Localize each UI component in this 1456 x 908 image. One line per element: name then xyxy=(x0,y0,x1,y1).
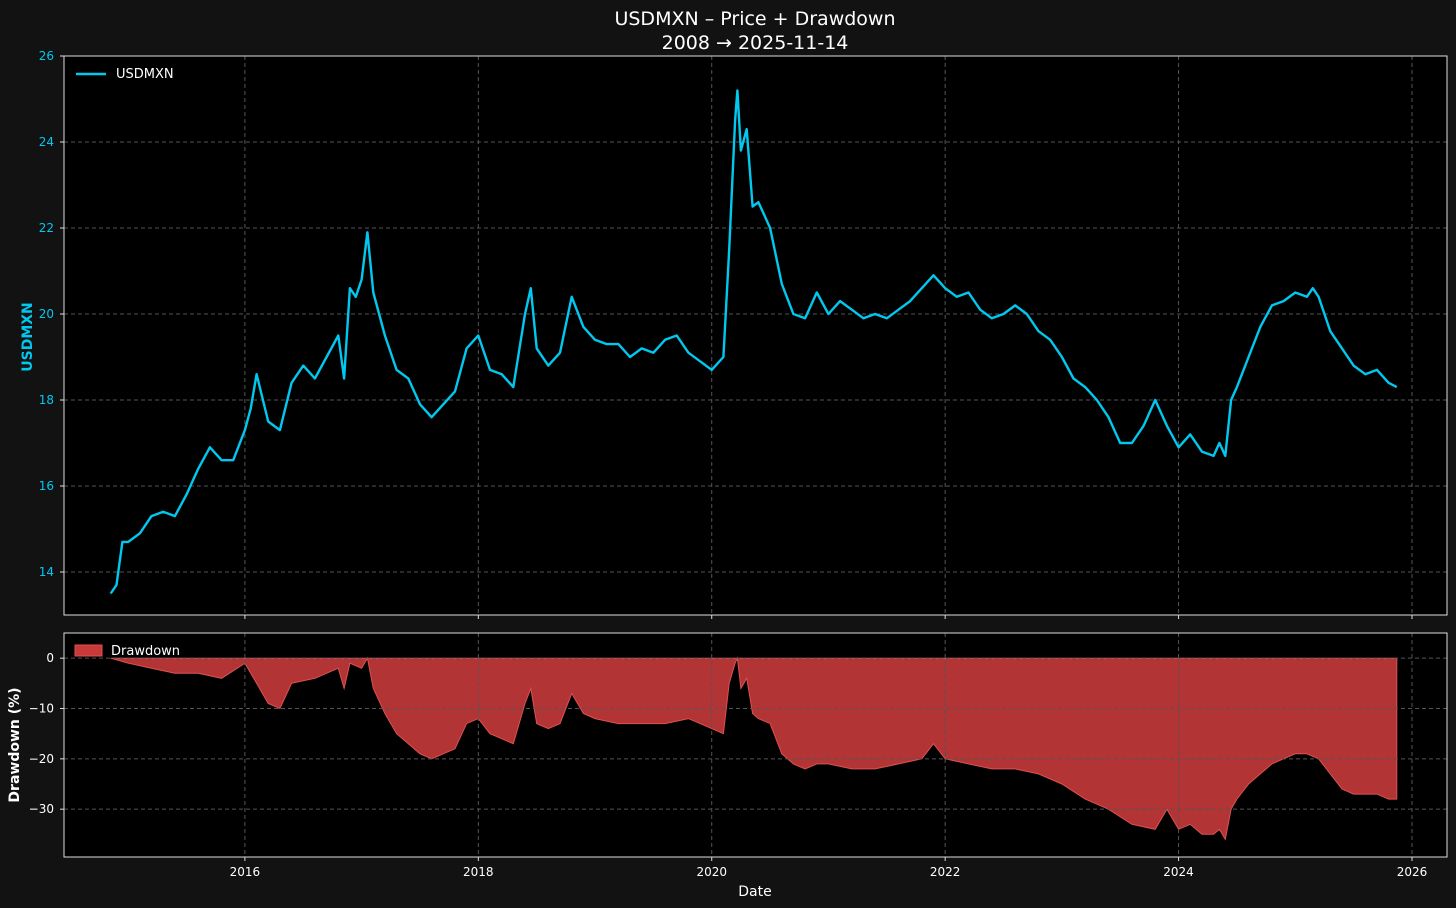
price-y-tick-label: 16 xyxy=(39,479,54,493)
price-legend-label: USDMXN xyxy=(116,67,174,82)
chart-svg: USDMXN – Price + Drawdown 2008 → 2025-11… xyxy=(7,8,1448,900)
x-axis-label: Date xyxy=(738,884,771,900)
price-y-ticks: 14 16 18 20 22 24 26 xyxy=(39,49,64,579)
x-tick-label: 2026 xyxy=(1397,865,1428,879)
drawdown-y-tick-label: −10 xyxy=(29,702,54,716)
chart-subtitle: 2008 → 2025-11-14 xyxy=(662,32,849,54)
drawdown-panel: 0 −10 −20 −30 2016 2018 2020 2022 2024 2026 Draw… xyxy=(7,632,1448,900)
price-y-tick-label: 24 xyxy=(39,135,54,149)
drawdown-y-axis-label: Drawdown (%) xyxy=(7,687,23,802)
drawdown-x-ticks: 2016 2018 2020 2022 2024 2026 xyxy=(230,857,1428,879)
chart-title: USDMXN – Price + Drawdown xyxy=(614,8,895,30)
chart-figure: USDMXN – Price + Drawdown 2008 → 2025-11… xyxy=(0,0,1456,908)
x-tick-label: 2018 xyxy=(463,865,494,879)
x-tick-label: 2022 xyxy=(930,865,961,879)
drawdown-y-tick-label: −20 xyxy=(29,752,54,766)
price-panel: 14 16 18 20 22 24 26 USDMXN USDMXN xyxy=(20,49,1448,619)
price-y-tick-label: 18 xyxy=(39,393,54,407)
drawdown-legend-swatch xyxy=(74,644,103,657)
x-tick-label: 2024 xyxy=(1163,865,1194,879)
drawdown-y-ticks: 0 −10 −20 −30 xyxy=(29,651,64,816)
drawdown-y-tick-label: −30 xyxy=(29,802,54,816)
drawdown-y-tick-label: 0 xyxy=(46,651,54,665)
price-x-tickmarks xyxy=(244,615,1413,619)
x-tick-label: 2016 xyxy=(230,865,261,879)
price-axes-background xyxy=(64,56,1447,615)
price-y-tick-label: 20 xyxy=(39,307,54,321)
price-y-tick-label: 14 xyxy=(39,565,54,579)
price-y-tick-label: 26 xyxy=(39,49,54,63)
x-tick-label: 2020 xyxy=(696,865,727,879)
price-y-axis-label: USDMXN xyxy=(20,302,36,372)
price-y-tick-label: 22 xyxy=(39,221,54,235)
drawdown-legend-label: Drawdown xyxy=(111,644,180,659)
